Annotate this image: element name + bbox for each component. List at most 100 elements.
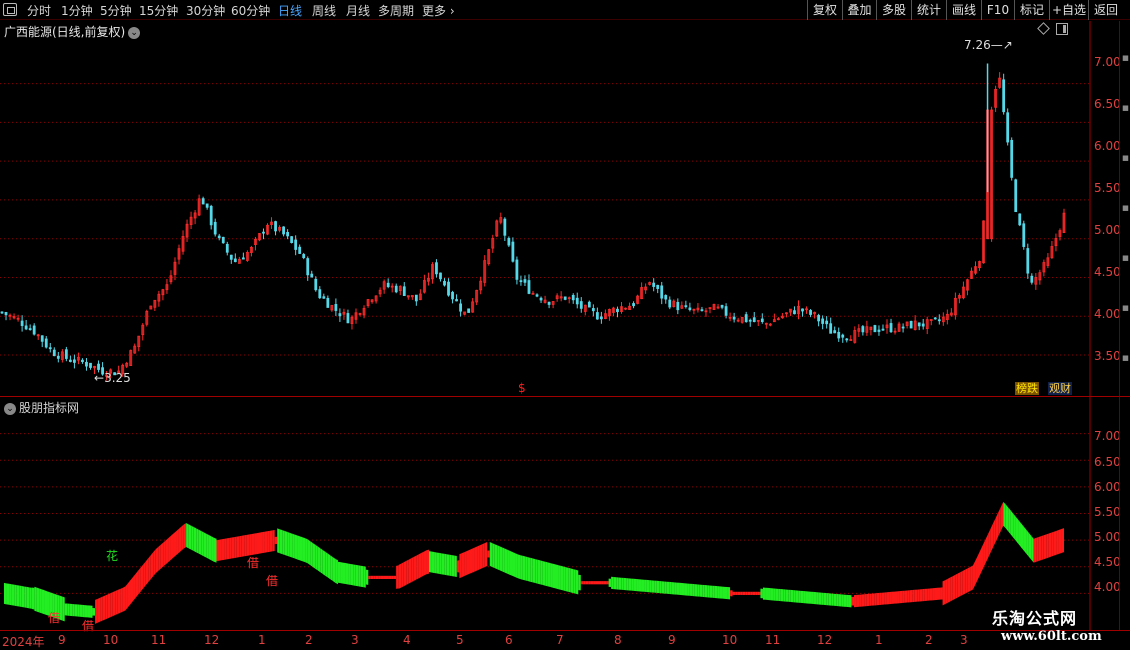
f10-button[interactable]: F10 [981,0,1014,20]
indicator-band-segment [1048,532,1052,558]
indicator-band-segment [975,555,978,585]
add-watchlist-button[interactable]: +自选 [1049,0,1088,20]
indicator-band-segment [623,577,627,591]
period-weekly[interactable]: 周线 [312,2,336,19]
indicator-band-segment [757,591,761,595]
indicator-band-segment [762,587,766,600]
chevron-down-icon[interactable]: ⌄ [4,402,16,415]
indicator-band-segment [927,588,930,601]
candle-body [290,236,294,244]
layout-toggle-icon[interactable] [1056,23,1068,35]
period-monthly[interactable]: 月线 [346,2,370,19]
indicator-band-segment [585,581,589,585]
ranking-badge[interactable]: 榜跌 [1015,382,1039,395]
candle-body [1022,223,1026,247]
adjust-button[interactable]: 复权 [807,0,842,20]
indicator-band-segment [732,591,736,595]
period-1min[interactable]: 1分钟 [61,2,93,19]
candle-body [314,278,318,291]
candle-body [917,322,921,327]
indicator-band-segment [626,578,629,591]
indicator-panel[interactable]: ⌄ 股朋指标网 7.00 6.50 6.00 5.50 5.00 4.50 4.0… [0,397,1130,633]
period-daily[interactable]: 日线 [278,2,302,19]
indicator-band-segment [203,532,207,558]
indicator-band-segment [138,567,141,595]
period-multi[interactable]: 多周期 [378,2,414,19]
price-chart-panel[interactable]: 广西能源(日线,前复权) ⌄ 7.00 6.50 6.00 5.50 5.00 4… [0,21,1130,396]
indicator-y-tick: 6.50 [1094,455,1121,469]
period-30min[interactable]: 30分钟 [186,2,225,19]
stock-title-text: 广西能源(日线,前复权) [4,25,126,39]
period-intraday[interactable]: 分时 [27,2,51,19]
indicator-band-segment [105,594,108,620]
overlay-button[interactable]: 叠加 [842,0,876,20]
indicator-band-segment [965,568,968,594]
indicator-band-segment [897,591,900,604]
indicator-band-segment [590,581,594,585]
indicator-band-segment [4,582,7,605]
candle-body [748,319,752,322]
candlestick-chart [0,21,1091,396]
indicator-band-segment [967,566,971,593]
indicator-band-segment [115,589,118,616]
indicator-band-segment [841,594,844,607]
indicator-band-segment [127,580,131,608]
indicator-band-segment [36,587,40,613]
indicator-band-segment [464,550,467,577]
dividend-mark[interactable]: $ [518,381,526,395]
indicator-band-segment [618,577,622,590]
time-label: 11 [765,633,781,647]
indicator-band-segment [386,575,389,579]
indicator-band-segment [267,530,270,553]
strip-glyph: ▪ [1121,201,1130,214]
indicator-band-segment [740,591,743,595]
indicator-band-segment [552,563,556,589]
indicator-band-segment [241,535,245,557]
candle-body [720,304,724,308]
indicator-band-segment [229,537,232,559]
indicator-band-segment [292,533,295,559]
indicator-band-segment [208,535,212,561]
statistics-button[interactable]: 统计 [911,0,946,20]
candle-body [652,282,656,287]
indicator-band-segment [993,517,996,548]
indicator-band-segment [773,588,776,601]
y-tick-label: 7.00 [1094,55,1121,69]
candle-body [209,205,213,226]
right-info-strip[interactable]: ▪ ▪ ▪ ▪ ▪ ▪ ▪ [1119,21,1130,631]
indicator-band-segment [335,558,338,585]
period-60min[interactable]: 60分钟 [231,2,270,19]
indicator-band-segment [150,552,154,580]
window-menu-icon[interactable] [3,3,17,16]
indicator-band-segment [62,596,65,622]
indicator-band-segment [213,537,217,563]
indicator-band-segment [211,536,214,562]
indicator-band-segment [256,532,260,555]
period-5min[interactable]: 5分钟 [100,2,132,19]
indicator-band-segment [1058,529,1062,554]
multi-stock-button[interactable]: 多股 [876,0,911,20]
indicator-band-segment [406,559,409,585]
candle-body [73,359,76,363]
indicator-band-segment [16,585,20,607]
indicator-band-segment [676,582,680,595]
chevron-down-icon[interactable]: ⌄ [128,26,141,39]
indicator-band-segment [697,584,700,597]
indicator-band-segment [666,581,670,595]
mark-button[interactable]: 标记 [1014,0,1049,20]
indicator-band-segment [707,585,710,598]
indicator-band-segment [909,590,913,603]
candle-body [575,297,579,305]
candle-body [56,355,60,359]
time-label: 3 [351,633,359,647]
indicator-band-segment [246,534,250,556]
draw-line-button[interactable]: 画线 [946,0,981,20]
indicator-band-segment [831,593,834,606]
back-button[interactable]: 返回 [1088,0,1123,20]
period-15min[interactable]: 15分钟 [139,2,178,19]
finance-badge[interactable]: 观财 [1048,382,1072,395]
indicator-band-segment [595,581,599,585]
indicator-band-segment [532,558,536,584]
period-more[interactable]: 更多 › [422,2,455,19]
indicator-band-segment [441,553,445,575]
